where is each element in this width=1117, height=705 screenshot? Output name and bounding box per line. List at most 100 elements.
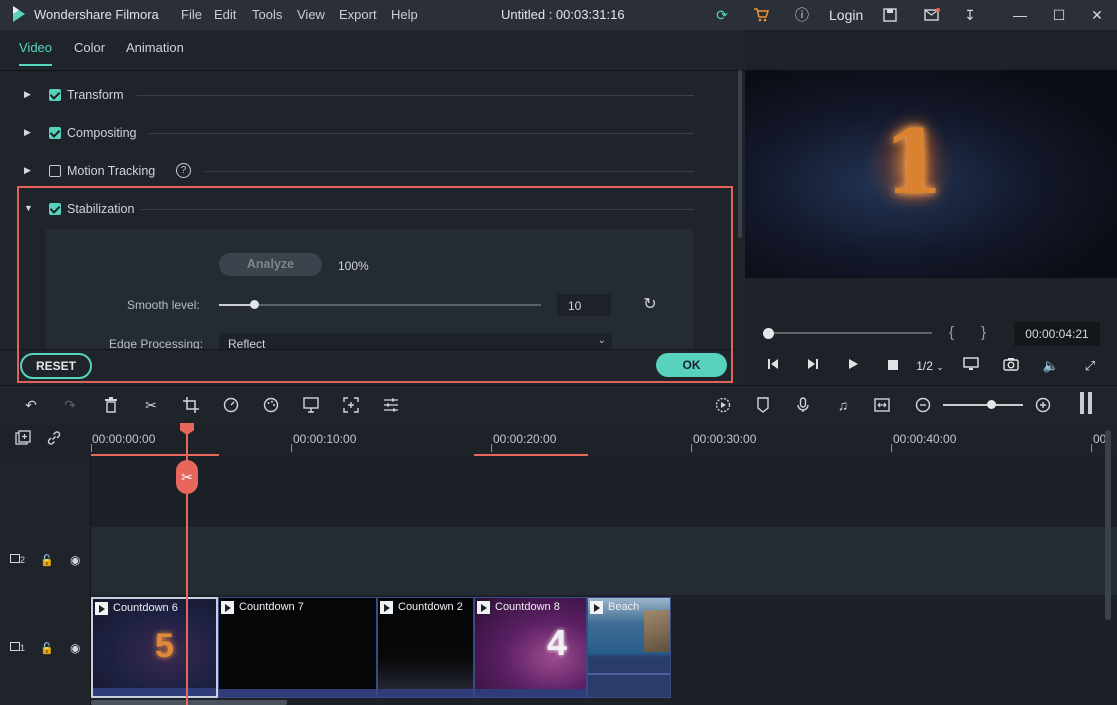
preview-digit: 1 [883, 110, 945, 214]
speed-icon[interactable] [221, 395, 241, 415]
section-transform[interactable]: ▶ Transform [24, 86, 694, 106]
marker-icon[interactable] [753, 395, 773, 415]
ruler-tick [891, 444, 892, 452]
add-track-icon[interactable] [13, 430, 33, 450]
transform-checkbox[interactable] [49, 89, 61, 101]
zoom-out-icon[interactable] [913, 395, 933, 415]
divider [137, 95, 694, 96]
login-link[interactable]: Login [829, 7, 863, 23]
expand-arrow-icon[interactable]: ▶ [24, 127, 31, 138]
clip-play-icon [477, 601, 490, 614]
audio-mixer-icon[interactable]: ♫ [833, 395, 853, 415]
expand-arrow-icon[interactable]: ▶ [24, 165, 31, 176]
lock-icon[interactable]: 🔓 [40, 554, 54, 567]
previous-frame-icon[interactable] [763, 357, 783, 375]
split-scissors-icon[interactable]: ✂ [176, 460, 198, 494]
ruler-label: 00:00:20:00 [493, 432, 557, 446]
crop-icon[interactable] [181, 395, 201, 415]
undo-icon[interactable]: ↶ [21, 395, 41, 415]
clip-play-icon [380, 601, 393, 614]
menu-edit[interactable]: Edit [214, 7, 236, 22]
preview-progress-knob[interactable] [763, 328, 774, 339]
zoom-slider[interactable] [943, 404, 1023, 406]
clip-countdown-6[interactable]: Countdown 6 5 [91, 597, 218, 698]
compositing-checkbox[interactable] [49, 127, 61, 139]
green-screen-icon[interactable] [301, 395, 321, 415]
clip-digit: 5 [155, 627, 174, 665]
clip-name: Countdown 8 [495, 601, 560, 613]
zoom-slider-knob[interactable] [987, 400, 996, 409]
track-number: 1 [20, 643, 26, 653]
clip-countdown-7[interactable]: Countdown 7 [218, 597, 377, 698]
quality-select[interactable]: 1/2 ⌄ [913, 357, 947, 375]
highlight-box [17, 186, 733, 383]
mark-in-icon[interactable]: { [949, 324, 954, 341]
info-icon[interactable]: ⓘ [792, 5, 812, 25]
clip-countdown-8[interactable]: Countdown 8 4 [474, 597, 587, 698]
display-icon[interactable] [961, 357, 981, 375]
clip-countdown-2[interactable]: Countdown 2 [377, 597, 474, 698]
timeline-vertical-scrollbar[interactable] [1105, 430, 1111, 620]
eye-icon[interactable]: ◉ [70, 641, 80, 655]
clip-play-icon [221, 601, 234, 614]
timeline-scrollbar[interactable] [91, 700, 287, 705]
save-icon[interactable] [880, 5, 900, 25]
tab-animation[interactable]: Animation [126, 40, 184, 55]
motion-tracking-checkbox[interactable] [49, 165, 61, 177]
preview-progress-bar[interactable] [764, 332, 932, 334]
play-pause-icon[interactable] [803, 357, 823, 375]
ruler-tick [491, 444, 492, 452]
section-motion-tracking[interactable]: ▶ Motion Tracking ? [24, 162, 694, 182]
render-icon[interactable] [713, 395, 733, 415]
tab-video[interactable]: Video [19, 40, 53, 66]
download-icon[interactable]: ↧ [960, 5, 980, 25]
ruler-label: 00:00:30:00 [693, 432, 757, 446]
play-icon[interactable] [843, 357, 863, 375]
menu-file[interactable]: File [181, 7, 202, 22]
tab-color[interactable]: Color [74, 40, 105, 55]
mail-icon[interactable] [922, 5, 942, 25]
menu-view[interactable]: View [297, 7, 325, 22]
clip-beach[interactable]: Beach [587, 597, 671, 698]
section-compositing[interactable]: ▶ Compositing [24, 124, 694, 144]
microphone-icon[interactable] [793, 395, 813, 415]
video-track-2[interactable] [0, 527, 1117, 595]
adjust-icon[interactable] [381, 395, 401, 415]
cart-icon[interactable] [751, 5, 771, 25]
expand-arrow-icon[interactable]: ▶ [24, 89, 31, 100]
zoom-in-icon[interactable] [1033, 395, 1053, 415]
sync-icon[interactable]: ⟳ [712, 5, 732, 25]
menu-help[interactable]: Help [391, 7, 418, 22]
video-track-icon [10, 554, 20, 563]
volume-icon[interactable]: 🔈 [1041, 357, 1061, 375]
help-icon[interactable]: ? [176, 163, 191, 178]
app-name: Wondershare Filmora [34, 7, 159, 22]
close-icon[interactable]: ✕ [1087, 5, 1107, 25]
clip-name: Beach [608, 601, 640, 613]
snap-icon[interactable] [872, 395, 892, 415]
snapshot-icon[interactable] [1001, 357, 1021, 375]
menu-tools[interactable]: Tools [252, 7, 282, 22]
motion-tracking-icon[interactable] [341, 395, 361, 415]
link-icon[interactable] [44, 430, 64, 450]
lock-icon[interactable]: 🔓 [40, 642, 54, 655]
panel-scrollbar[interactable] [738, 70, 742, 238]
color-palette-icon[interactable] [261, 395, 281, 415]
empty-track-area[interactable] [0, 457, 1117, 527]
redo-icon[interactable]: ↷ [60, 395, 80, 415]
cut-icon[interactable]: ✂ [141, 395, 161, 415]
eye-icon[interactable]: ◉ [70, 553, 80, 567]
mark-out-icon[interactable]: } [981, 324, 986, 341]
stop-icon[interactable] [883, 357, 903, 375]
fullscreen-icon[interactable]: ⤢ [1080, 357, 1100, 375]
maximize-icon[interactable]: ☐ [1049, 5, 1069, 25]
ruler-tick [91, 444, 92, 452]
track-2-header: 2 [10, 554, 25, 565]
minimize-icon[interactable]: — [1010, 5, 1030, 25]
menu-export[interactable]: Export [339, 7, 377, 22]
ruler-tick [1091, 444, 1092, 452]
preview-viewer[interactable]: 1 [745, 70, 1117, 278]
clip-play-icon [95, 602, 108, 615]
delete-icon[interactable] [101, 395, 121, 415]
ruler-label: 00:00:00:00 [92, 432, 156, 446]
